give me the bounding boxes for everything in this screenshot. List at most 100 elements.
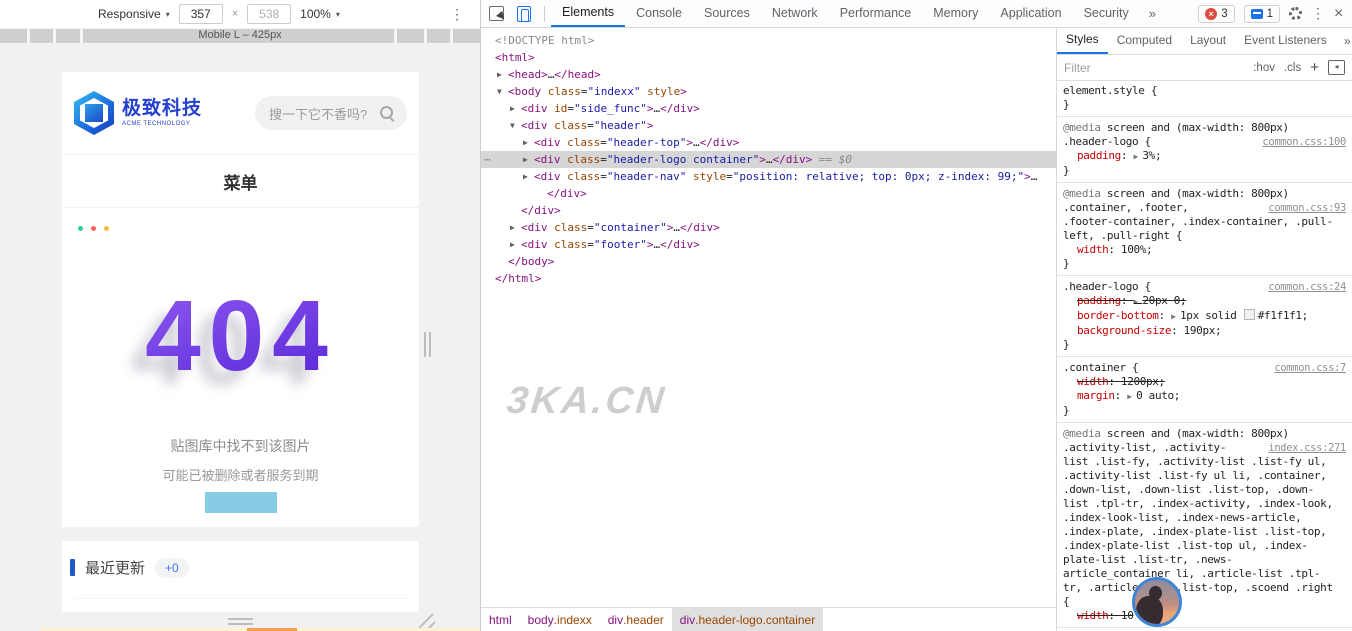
breadcrumb-item[interactable]: div .header <box>600 608 672 631</box>
css-selector[interactable]: common.css:93 .container, .footer, <box>1063 201 1346 215</box>
toggle-element-state-button[interactable]: :hov <box>1253 62 1275 74</box>
stylesheet-link[interactable]: common.css:7 <box>1274 361 1346 375</box>
css-selector[interactable]: left, .pull-right { <box>1063 229 1346 243</box>
collapsed-arrow-icon[interactable]: ▶ <box>510 236 515 253</box>
stylesheet-link[interactable]: common.css:100 <box>1262 135 1346 149</box>
tree-row[interactable]: ▶ <head>…</head> <box>481 66 1056 83</box>
device-toolbar-toggle-icon[interactable] <box>517 5 531 22</box>
css-selector[interactable]: .down-list, .down-list .list-top, .down- <box>1063 483 1346 497</box>
expanded-arrow-icon[interactable]: ▼ <box>497 83 502 100</box>
viewport-resize-handle-corner[interactable] <box>419 613 435 629</box>
css-selector[interactable]: .index-plate, .index-plate-list .list-to… <box>1063 525 1346 539</box>
tree-row[interactable]: ▶ <div id="side_func">…</div> <box>481 100 1056 117</box>
tab-security[interactable]: Security <box>1073 0 1140 27</box>
css-selector[interactable]: index.css:271 .activity-list, .activity- <box>1063 441 1346 455</box>
css-selector[interactable]: common.css:7 .container { <box>1063 361 1346 375</box>
zoom-dropdown[interactable]: 100% ▾ <box>300 7 340 21</box>
stylesheet-link[interactable]: common.css:93 <box>1268 201 1346 215</box>
css-selector[interactable]: { <box>1063 595 1346 609</box>
sidebar-toggle-icon[interactable]: ◂ <box>1328 60 1345 75</box>
css-selector[interactable]: plate-list .list-tr, .news- <box>1063 553 1346 567</box>
tree-row[interactable]: <!DOCTYPE html> <box>481 32 1056 49</box>
css-selector[interactable]: tr, .article-list .list-top, .scoend .ri… <box>1063 581 1346 595</box>
sidebar-tab-computed[interactable]: Computed <box>1108 28 1181 54</box>
css-property[interactable]: background-size: 190px; <box>1063 324 1346 338</box>
error-action-button[interactable] <box>205 492 277 513</box>
css-selector[interactable]: element.style { <box>1063 84 1346 98</box>
css-selector[interactable]: .footer-container, .index-container, .pu… <box>1063 215 1346 229</box>
tab-application[interactable]: Application <box>989 0 1072 27</box>
more-sidebar-tabs-chevron[interactable]: » <box>1336 34 1352 48</box>
css-selector[interactable]: article_container li, .article-list .tpl… <box>1063 567 1346 581</box>
color-swatch[interactable] <box>1243 309 1255 320</box>
device-options-menu-icon[interactable]: ⋮ <box>450 6 464 23</box>
css-property[interactable]: margin: ▶ 0 auto; <box>1063 389 1346 404</box>
tree-row[interactable]: ▶ <div class="footer">…</div> <box>481 236 1056 253</box>
sidebar-tab-layout[interactable]: Layout <box>1181 28 1235 54</box>
tree-row[interactable]: ▶ <div class="header-top">…</div> <box>481 134 1056 151</box>
responsive-mode-dropdown[interactable]: Responsive ▾ <box>98 7 170 21</box>
breadcrumb-item[interactable]: html <box>481 608 520 631</box>
css-selector[interactable]: common.css:24 .header-logo { <box>1063 280 1346 294</box>
css-selector[interactable]: list .list-fy, .activity-list .list-fy u… <box>1063 455 1346 469</box>
tree-row[interactable]: </html> <box>481 270 1056 287</box>
console-errors-badge[interactable]: × 3 <box>1198 4 1235 23</box>
tab-sources[interactable]: Sources <box>693 0 761 27</box>
tree-row[interactable]: ▼ <div class="header"> <box>481 117 1056 134</box>
viewport-resize-handle-right[interactable] <box>424 332 431 357</box>
css-selector[interactable]: common.css:100 .header-logo { <box>1063 135 1346 149</box>
viewport-width-input[interactable]: 357 <box>178 4 223 24</box>
collapsed-arrow-icon[interactable]: ▶ <box>523 134 528 151</box>
brand-logo[interactable]: 极致科技 ACME TECHNOLOGY <box>74 91 202 135</box>
tab-network[interactable]: Network <box>761 0 829 27</box>
breadcrumb-item[interactable]: div .header-logo.container <box>671 608 824 631</box>
collapsed-arrow-icon[interactable]: ▶ <box>510 219 515 236</box>
collapsed-arrow-icon[interactable]: ▶ <box>510 100 515 117</box>
viewport-height-input[interactable]: 538 <box>247 4 292 24</box>
tree-row[interactable]: </div> <box>481 185 1056 202</box>
tree-row[interactable]: </div> <box>481 202 1056 219</box>
search-input[interactable]: 搜一下它不香吗? <box>255 96 407 130</box>
new-style-rule-button[interactable]: + <box>1310 59 1319 76</box>
tab-console[interactable]: Console <box>625 0 693 27</box>
sidebar-tab-event-listeners[interactable]: Event Listeners <box>1235 28 1336 54</box>
inspect-element-icon[interactable] <box>489 6 504 21</box>
css-selector[interactable]: .index-plate-list .list-top ul, .index- <box>1063 539 1346 553</box>
expanded-arrow-icon[interactable]: ▼ <box>510 117 515 134</box>
tab-memory[interactable]: Memory <box>922 0 989 27</box>
stylesheet-link[interactable]: index.css:271 <box>1268 441 1346 455</box>
css-property[interactable]: width: 1200px; <box>1063 375 1346 389</box>
tree-row[interactable]: ▶ <div class="container">…</div> <box>481 219 1056 236</box>
row-options-icon[interactable]: ⋯ <box>484 151 492 168</box>
tree-row[interactable]: ⋯ ▶ <div class="header-logo container">…</… <box>481 151 1056 168</box>
breadcrumb-item[interactable]: body .indexx <box>520 608 600 631</box>
tree-row[interactable]: </body> <box>481 253 1056 270</box>
console-messages-badge[interactable]: 1 <box>1243 4 1280 23</box>
collapsed-arrow-icon[interactable]: ▶ <box>523 151 528 168</box>
css-selector[interactable]: .index-look-list, .index-news-article, <box>1063 511 1346 525</box>
css-selector[interactable]: list .tpl-tr, .index-activity, .index-lo… <box>1063 497 1346 511</box>
stylesheet-link[interactable]: common.css:24 <box>1268 280 1346 294</box>
viewport-resize-handle-bottom[interactable] <box>228 618 253 625</box>
tab-elements[interactable]: Elements <box>551 0 626 27</box>
device-presets-ruler[interactable]: Mobile L – 425px <box>0 28 480 44</box>
css-property[interactable]: padding: ▶ 20px 0; <box>1063 294 1346 309</box>
css-property[interactable]: width: 100%; <box>1063 243 1346 257</box>
css-property[interactable]: border-bottom: ▶ 1px solid #f1f1f1; <box>1063 309 1346 324</box>
menu-toggle[interactable]: 菜单 <box>62 155 419 208</box>
collapsed-arrow-icon[interactable]: ▶ <box>523 168 528 185</box>
css-property[interactable]: width: 10 <box>1063 609 1346 623</box>
tab-performance[interactable]: Performance <box>829 0 923 27</box>
tree-row[interactable]: ▶ <div class="header-nav" style="position… <box>481 168 1056 185</box>
devtools-menu-icon[interactable]: ⋮ <box>1311 5 1325 22</box>
styles-filter-input[interactable]: Filter <box>1064 61 1244 75</box>
element-classes-button[interactable]: .cls <box>1284 62 1301 74</box>
collapsed-arrow-icon[interactable]: ▶ <box>497 66 502 83</box>
settings-gear-icon[interactable] <box>1289 7 1302 20</box>
tree-row[interactable]: ▼ <body class="indexx" style> <box>481 83 1056 100</box>
css-selector[interactable]: .activity-list .list-fy ul li, .containe… <box>1063 469 1346 483</box>
more-tabs-chevron[interactable]: » <box>1140 6 1165 21</box>
avatar[interactable] <box>1132 577 1182 627</box>
devtools-close-icon[interactable]: × <box>1334 5 1348 23</box>
css-property[interactable]: padding: ▶ 3%; <box>1063 149 1346 164</box>
